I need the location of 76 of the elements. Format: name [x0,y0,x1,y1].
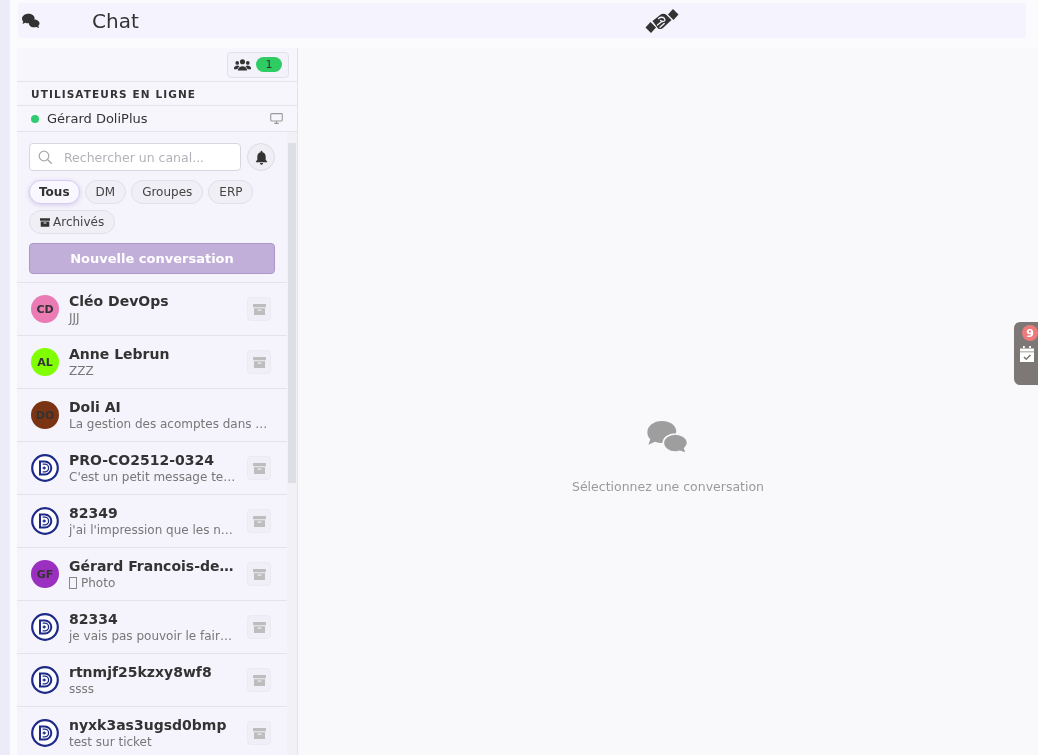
count-badge: 1 [256,57,282,72]
search-icon [38,150,52,164]
avatar: AL [31,348,59,376]
conversation-name: Gérard Francois-de… [69,557,235,575]
conversation-item[interactable]: 82349 j'ai l'impression que les n… [17,495,287,548]
chat-bubbles-icon [647,420,689,453]
message-preview: je vais pas pouvoir le fair… [69,628,232,644]
archive-icon [252,462,266,474]
conversation-name: Anne Lebrun [69,345,171,363]
d-logo-icon [31,507,59,535]
archive-button[interactable] [247,509,271,533]
conversation-name: Doli AI [69,398,122,416]
chat-bubbles-icon [22,13,40,28]
archive-button[interactable] [247,350,271,374]
page-title: Chat [92,8,139,33]
filter-chip[interactable]: Groupes [131,180,204,204]
message-preview: La gestion des acomptes dans … [69,416,268,432]
message-preview: j'ai l'impression que les n… [69,522,233,538]
avatar: DO [31,401,59,429]
archive-icon [252,727,266,739]
filter-chip[interactable]: Tous [29,180,80,204]
avatar: GF [31,560,59,588]
filter-chip[interactable]: DM [84,180,127,204]
monitor-icon [270,113,283,124]
conversation-item[interactable]: rtnmjf25kzxy8wf8 ssss [17,654,287,707]
handshake-icon [645,7,679,34]
conversation-item[interactable]: 82334 je vais pas pouvoir le fair… [17,601,287,654]
d-logo-icon [31,666,59,694]
bell-icon [254,149,268,165]
archive-icon [252,303,266,315]
message-preview: ZZZ [69,363,94,379]
message-preview: ssss [69,681,94,697]
message-preview: test sur ticket [69,734,152,750]
conversation-name: 82334 [69,610,119,628]
conversation-item[interactable]: AL Anne Lebrun ZZZ [17,336,287,389]
user-name: Gérard DoliPlus [47,111,149,126]
archive-icon [252,674,266,686]
conversation-item[interactable]: CD Cléo DevOps JJJ [17,283,287,336]
scrollbar-thumb[interactable] [288,143,296,483]
conversation-item[interactable]: nyxk3as3ugsd0bmp test sur ticket [17,707,287,755]
message-preview: Photo [81,575,116,591]
archive-icon [252,568,266,580]
d-logo-icon [31,613,59,641]
archive-button[interactable] [247,297,271,321]
filter-chip[interactable]: Archivés [29,210,116,234]
archive-button[interactable] [247,615,271,639]
archive-icon [252,356,266,368]
section-title: UTILISATEURS EN LIGNE [31,87,197,100]
conversation-name: nyxk3as3ugsd0bmp [69,716,228,734]
conversation-item[interactable]: DO Doli AI La gestion des acomptes dans … [17,389,287,442]
d-logo-icon [31,719,59,747]
conversation-name: PRO-CO2512-0324 [69,451,215,469]
notifications-button[interactable] [247,143,275,171]
archive-button[interactable] [247,562,271,586]
calendar-check-icon [1020,346,1034,362]
notification-badge: 9 [1022,325,1038,341]
message-preview: C'est un petit message te… [69,469,236,485]
archive-icon [252,621,266,633]
message-preview: JJJ [69,310,80,326]
filter-chip[interactable]: ERP [208,180,254,204]
search-field[interactable]: Rechercher un canal... [29,143,241,171]
conversation-item[interactable]: GF Gérard Francois-de… Photo [17,548,287,601]
empty-state-text: Sélectionnez une conversation [571,479,765,494]
archive-button[interactable] [247,721,271,745]
archive-button[interactable] [247,456,271,480]
conversation-item[interactable]: PRO-CO2512-0324 C'est un petit message te… [17,442,287,495]
archive-icon [252,515,266,527]
archive-icon [40,217,50,227]
d-logo-icon [31,454,59,482]
online-users-button[interactable]: 1 [227,51,289,78]
avatar: CD [31,295,59,323]
users-icon [234,58,251,71]
archive-button[interactable] [247,668,271,692]
conversation-name: rtnmjf25kzxy8wf8 [69,663,213,681]
conversation-name: Cléo DevOps [69,292,170,310]
conversation-name: 82349 [69,504,119,522]
